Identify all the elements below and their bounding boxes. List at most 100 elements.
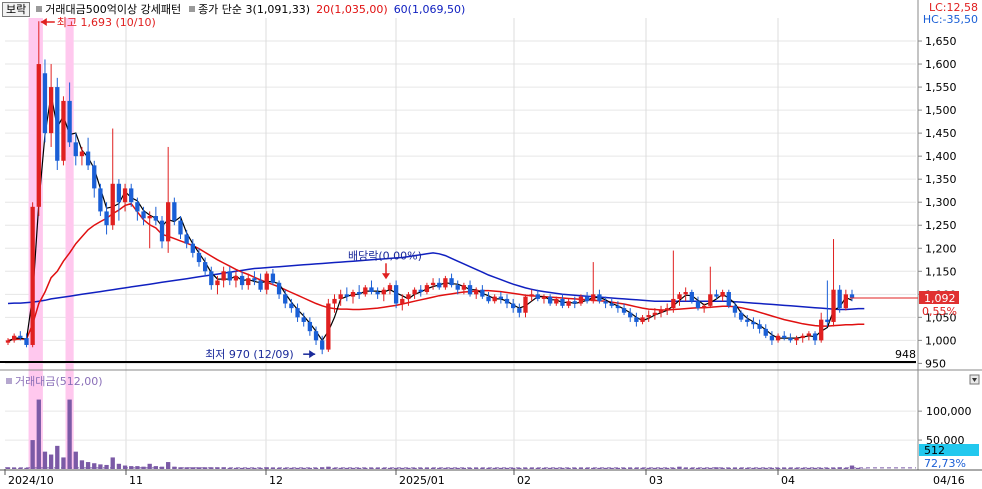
candle-body [276, 282, 282, 295]
condition-square-icon [36, 6, 43, 12]
candle-body [387, 285, 393, 290]
candle-body [73, 142, 78, 157]
candle-body [578, 296, 584, 304]
candle-body [806, 333, 812, 336]
candle-body [665, 308, 670, 311]
candle-body [461, 285, 467, 290]
volume-current-pct: 72,73% [924, 457, 966, 470]
price-tick-label: 1,350 [925, 173, 957, 186]
candle-body [775, 335, 781, 341]
candle-body [843, 294, 848, 309]
candle-body [412, 289, 417, 295]
candle-body [196, 252, 202, 263]
legend-ma60[interactable]: 60(1,069,50) [394, 3, 466, 16]
candle-body [369, 287, 374, 293]
volume-header: 거래대금(512,00) [4, 373, 103, 389]
candle-body [634, 317, 639, 322]
volume-bar [67, 399, 72, 469]
volume-bar [61, 457, 66, 469]
date-tick-label: 12 [269, 474, 283, 487]
candle-body [572, 301, 577, 304]
candle-body [812, 333, 818, 341]
candle-body [788, 338, 793, 341]
candle-body [683, 292, 688, 295]
volume-bar [849, 465, 855, 469]
candle-body [695, 301, 701, 309]
candle-body [560, 298, 565, 306]
date-tick-label: 03 [649, 474, 663, 487]
candle-body [825, 319, 830, 322]
candle-body [732, 305, 738, 313]
date-tick-label: 2025/01 [399, 474, 445, 487]
price-tick-label: 1,000 [925, 334, 957, 347]
candle-body [714, 294, 719, 297]
candle-body [67, 100, 72, 143]
candle-body [745, 319, 750, 322]
volume-bar [36, 399, 41, 469]
candle-body [48, 87, 54, 134]
candle-body [270, 273, 276, 283]
candle-body [252, 278, 257, 281]
candle-body [769, 335, 775, 341]
candle-body [782, 335, 787, 339]
candle-body [289, 303, 294, 309]
volume-current-label: 512 [924, 444, 945, 457]
candle-body [430, 282, 436, 286]
candle-body [584, 296, 590, 302]
candle-body [837, 289, 842, 309]
candle-body [338, 294, 343, 299]
candle-body [418, 289, 423, 293]
candle-body [609, 303, 614, 306]
volume-bar [122, 465, 128, 469]
candle-body [36, 64, 41, 207]
legend-ma3[interactable]: 종가 단순 3(1,091,33) [198, 1, 310, 17]
candle-body [239, 275, 245, 286]
candle-body [677, 294, 682, 299]
candle-body [178, 220, 183, 235]
legend-ma20[interactable]: 20(1,035,00) [316, 3, 388, 16]
candle-body [344, 294, 349, 297]
candle-body [455, 285, 460, 290]
candle-body [794, 338, 799, 341]
candle-body [621, 308, 627, 313]
current-price-label: 1,092 [924, 292, 956, 305]
candle-body [227, 271, 232, 281]
candle-body [363, 287, 368, 295]
candle-body [332, 298, 337, 304]
candle-body [215, 280, 220, 286]
candle-body [652, 312, 658, 316]
ex-dividend-annotation: 배당락(0,00%) [348, 249, 422, 262]
candle-body [831, 289, 836, 322]
candle-body [159, 220, 165, 242]
candle-body [320, 340, 325, 350]
candle-body [184, 234, 189, 244]
candle-body [800, 335, 805, 339]
candle-body [98, 188, 103, 212]
chart-header: 보락 거래대금500억이상 강세패턴 종가 단순 3(1,091,33) 20(… [2, 1, 471, 17]
price-chart[interactable]: 1,650 1,600 1,550 1,500 1,450 1,400 1,350 1,300… [0, 0, 982, 489]
candle-body [628, 312, 633, 318]
candle-body [591, 294, 596, 302]
indicator-square-icon [189, 6, 196, 12]
candle-body [141, 211, 146, 219]
volume-bar [104, 464, 109, 469]
candle-body [5, 340, 11, 343]
volume-bar [42, 451, 48, 469]
candle-body [751, 321, 756, 325]
candle-body [85, 151, 91, 166]
price-tick-label: 1,200 [925, 242, 957, 255]
price-tick-label: 1,400 [925, 150, 957, 163]
candle-body [504, 298, 510, 304]
candle-body [153, 216, 159, 221]
candle-body [541, 296, 547, 299]
candle-body [24, 338, 29, 345]
candle-body [523, 296, 528, 313]
volume-title[interactable]: 거래대금(512,00) [15, 373, 103, 389]
stock-name-badge[interactable]: 보락 [2, 1, 31, 17]
volume-bar [30, 440, 35, 469]
candle-body [757, 324, 762, 329]
candle-body [511, 303, 516, 309]
chart-window: 1,650 1,600 1,550 1,500 1,450 1,400 1,350 1,300… [0, 0, 982, 489]
volume-bar [48, 454, 54, 469]
candle-body [615, 305, 621, 309]
